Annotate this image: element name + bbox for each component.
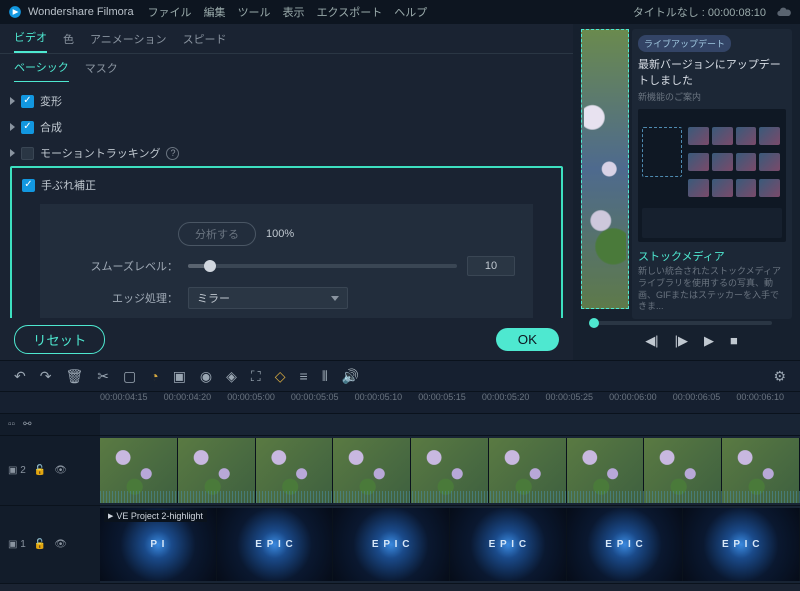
tab-mask[interactable]: マスク <box>85 60 118 82</box>
next-frame-icon[interactable]: |▶ <box>675 333 688 349</box>
screenshot-icon[interactable]: ▣ <box>173 368 186 385</box>
timeline-toolbar: ↶ ↷ 🗑 ✂ ▢ ◔ ▣ ◉ ◈ ⛶ ◇ ≡ ⦀ 🔊 ⚙ <box>0 360 800 392</box>
ok-button[interactable]: OK <box>496 328 559 351</box>
smooth-level-label: スムーズレベル： <box>58 258 178 274</box>
cut-icon[interactable]: ✂ <box>97 368 109 385</box>
help-icon[interactable]: ? <box>166 147 179 160</box>
stop-icon[interactable]: ■ <box>730 333 738 349</box>
main-menu: ファイル 編集 ツール 表示 エクスポート ヘルプ <box>148 4 428 20</box>
prop-transform[interactable]: 変形 <box>10 88 563 114</box>
play-icon[interactable]: ▶ <box>704 333 714 349</box>
tab-basic[interactable]: ベーシック <box>14 59 69 82</box>
checkbox-motion-tracking[interactable] <box>21 147 34 160</box>
edge-processing-label: エッジ処理： <box>58 290 178 306</box>
layers-icon[interactable]: ▫▫ <box>8 419 15 430</box>
label-transform: 変形 <box>40 93 62 109</box>
crop-icon[interactable]: ▢ <box>123 368 136 385</box>
mixer-icon[interactable]: ⦀ <box>322 368 328 385</box>
promo-panel: ライブアップデート 最新バージョンにアップデートしました 新機能のご案内 ストッ… <box>632 29 792 319</box>
slider-thumb[interactable] <box>204 260 216 272</box>
checkbox-transform[interactable] <box>21 95 34 108</box>
menu-help[interactable]: ヘルプ <box>394 4 427 20</box>
clip-label: VE Project 2-highlight <box>104 510 207 522</box>
checkbox-stabilization[interactable] <box>22 179 35 192</box>
align-icon[interactable]: ≡ <box>300 368 308 384</box>
track-label: ▣ 2 <box>8 465 26 476</box>
promo-heading: ストックメディア <box>638 248 786 264</box>
menu-view[interactable]: 表示 <box>283 4 305 20</box>
lock-icon[interactable]: 🔓 <box>34 539 46 550</box>
smooth-level-slider[interactable] <box>188 264 457 268</box>
tab-color[interactable]: 色 <box>63 31 74 53</box>
project-status: タイトルなし : 00:00:08:10 <box>633 4 766 20</box>
promo-description: 新しい統合されたストックメディアライブラリを使用するの写真、動画、GIFまたはス… <box>638 266 786 313</box>
menu-tools[interactable]: ツール <box>238 4 271 20</box>
video-track-2[interactable]: ▣ 2 🔓 👁 <box>0 436 800 506</box>
visibility-icon[interactable]: 👁 <box>54 465 67 476</box>
record-icon[interactable]: ◉ <box>200 368 212 385</box>
expand-icon[interactable] <box>10 97 15 105</box>
prop-compose[interactable]: 合成 <box>10 114 563 140</box>
label-motion-tracking: モーショントラッキング <box>40 145 160 161</box>
app-logo <box>8 5 22 19</box>
analyze-progress: 100% <box>266 228 294 240</box>
timeline-ruler[interactable]: 00:00:04:15 00:00:04:20 00:00:05:00 00:0… <box>0 392 800 414</box>
prev-frame-icon[interactable]: ◀| <box>645 333 658 349</box>
track-label: ▣ 1 <box>8 539 26 550</box>
preview-seek-bar[interactable] <box>589 321 772 325</box>
cloud-icon[interactable] <box>776 4 792 20</box>
chevron-down-icon <box>331 296 339 301</box>
volume-icon[interactable]: 🔊 <box>342 368 359 385</box>
marker-icon[interactable]: ◇ <box>275 368 286 385</box>
video-clip[interactable] <box>100 438 800 503</box>
adjust-icon[interactable]: ◈ <box>226 368 237 385</box>
video-track-1[interactable]: ▣ 1 🔓 👁 VE Project 2-highlight <box>0 506 800 584</box>
secondary-tabs: ベーシック マスク <box>0 54 573 82</box>
undo-icon[interactable]: ↶ <box>14 368 26 385</box>
edge-processing-select[interactable]: ミラー <box>188 287 348 309</box>
settings-icon[interactable]: ⚙ <box>773 368 786 385</box>
menu-file[interactable]: ファイル <box>148 4 192 20</box>
promo-subtitle: 新機能のご案内 <box>638 90 786 103</box>
expand-icon[interactable] <box>10 149 15 157</box>
link-icon[interactable]: ⚯ <box>23 419 31 430</box>
delete-icon[interactable]: 🗑 <box>65 368 83 385</box>
label-stabilization: 手ぶれ補正 <box>41 177 96 193</box>
label-compose: 合成 <box>40 119 62 135</box>
menu-edit[interactable]: 編集 <box>204 4 226 20</box>
checkbox-compose[interactable] <box>21 121 34 134</box>
expand-icon[interactable] <box>10 123 15 131</box>
lock-icon[interactable]: 🔓 <box>34 465 46 476</box>
promo-title: 最新バージョンにアップデートしました <box>638 56 786 88</box>
title-clip[interactable]: VE Project 2-highlight <box>100 508 800 581</box>
visibility-icon[interactable]: 👁 <box>54 539 67 550</box>
tab-video[interactable]: ビデオ <box>14 29 47 53</box>
stabilization-panel: 手ぶれ補正 分析する 100% スムーズレベル： 10 エッジ処理： <box>10 166 563 318</box>
preview-thumbnail[interactable] <box>581 29 629 309</box>
tab-speed[interactable]: スピード <box>183 31 227 53</box>
promo-tag: ライブアップデート <box>638 35 731 52</box>
analyze-button[interactable]: 分析する <box>178 222 256 246</box>
menu-export[interactable]: エクスポート <box>317 4 383 20</box>
speed-icon[interactable]: ◔ <box>150 368 158 384</box>
redo-icon[interactable]: ↷ <box>40 368 52 385</box>
primary-tabs: ビデオ 色 アニメーション スピード <box>0 24 573 54</box>
tab-animation[interactable]: アニメーション <box>90 31 167 53</box>
expand-icon[interactable]: ⛶ <box>251 368 261 385</box>
audio-waveform <box>100 491 800 503</box>
app-brand: Wondershare Filmora <box>28 6 134 18</box>
reset-button[interactable]: リセット <box>14 325 105 354</box>
smooth-level-value[interactable]: 10 <box>467 256 515 276</box>
prop-motion-tracking[interactable]: モーショントラッキング ? <box>10 140 563 166</box>
promo-screenshot <box>638 109 786 242</box>
